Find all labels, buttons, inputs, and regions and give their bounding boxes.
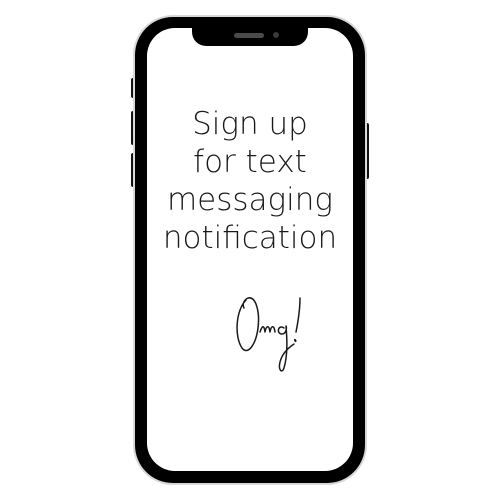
front-camera-icon <box>273 32 279 38</box>
message-line: messaging <box>166 182 334 218</box>
message-line: for text <box>193 144 307 180</box>
speaker-grille <box>234 33 264 38</box>
stage: Sign up for text messaging notification <box>0 0 500 500</box>
power-button <box>365 123 369 179</box>
handwritten-signature <box>236 297 301 372</box>
message-line: notification <box>162 220 338 256</box>
message-line: Sign up <box>192 106 308 142</box>
signup-message: Sign up for text messaging notification <box>147 105 353 257</box>
